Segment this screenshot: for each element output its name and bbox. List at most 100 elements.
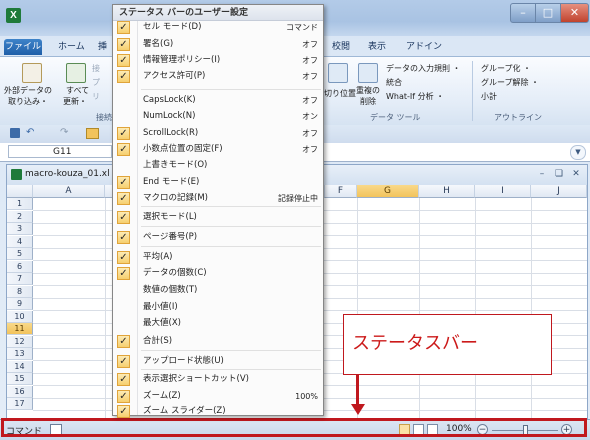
select-all-corner[interactable] (7, 185, 33, 198)
tab-insert[interactable]: 挿 (92, 39, 113, 55)
checkmark-icon: ✓ (117, 38, 130, 51)
menu-item[interactable]: ✓ 合計(S) (113, 334, 323, 349)
col-header-j[interactable]: J (531, 185, 587, 198)
row-header[interactable]: 4 (7, 235, 33, 248)
refresh-all-label-1[interactable]: すべて (66, 85, 89, 96)
subtotal-button[interactable]: 小計 (481, 91, 497, 102)
remove-duplicates-icon[interactable] (358, 63, 378, 83)
menu-item[interactable]: ✓ セル モード(D) コマンド (113, 20, 323, 35)
menu-item-label: 署名(G) (143, 39, 174, 49)
menu-item[interactable]: ✓ ページ番号(P) (113, 230, 323, 245)
col-header-g[interactable]: G (357, 185, 419, 198)
row-header[interactable]: 1 (7, 198, 33, 210)
menu-item-label: アップロード状態(U) (143, 356, 224, 366)
group-button[interactable]: グループ化 ・ (481, 63, 531, 74)
menu-separator (141, 89, 321, 90)
menu-item[interactable]: 最大値(X) (113, 316, 323, 331)
row-header[interactable]: 6 (7, 260, 33, 273)
menu-item[interactable]: ✓ ScrollLock(R) オフ (113, 126, 323, 141)
external-data-icon[interactable] (22, 63, 42, 83)
undo-icon[interactable]: ↶ (26, 127, 34, 138)
menu-item-value: 100% (295, 392, 318, 401)
tab-view[interactable]: 表示 (362, 39, 392, 55)
checkmark-icon: ✓ (117, 54, 130, 67)
row-header[interactable]: 5 (7, 248, 33, 260)
col-header-a[interactable]: A (33, 185, 105, 198)
text-to-columns-icon[interactable] (328, 63, 348, 83)
col-header-h[interactable]: H (419, 185, 475, 198)
row-header[interactable]: 11 (7, 323, 33, 335)
checkmark-icon: ✓ (117, 251, 130, 264)
menu-item[interactable]: ✓ アクセス許可(P) オフ (113, 69, 323, 84)
menu-item[interactable]: ✓ 選択モード(L) (113, 210, 323, 225)
row-header[interactable]: 2 (7, 210, 33, 223)
row-header[interactable]: 15 (7, 373, 33, 385)
status-bar-highlight (1, 418, 587, 437)
maximize-button[interactable]: □ (535, 3, 561, 23)
menu-item-value: オフ (302, 56, 318, 65)
edit-links-faded[interactable]: リ (92, 91, 100, 102)
row-header[interactable]: 17 (7, 398, 33, 410)
menu-item-label: 平均(A) (143, 252, 173, 262)
properties-faded[interactable]: プ (92, 77, 100, 88)
menu-item[interactable]: ✓ ズーム(Z) 100% (113, 389, 323, 404)
menu-item[interactable]: 最小値(I) (113, 300, 323, 315)
row-header[interactable]: 14 (7, 360, 33, 373)
menu-item[interactable]: ✓ アップロード状態(U) (113, 354, 323, 369)
menu-item[interactable]: ✓ 署名(G) オフ (113, 37, 323, 52)
chevron-down-icon[interactable]: ▼ (570, 145, 586, 160)
tab-addins[interactable]: アドイン (400, 39, 448, 55)
save-icon[interactable] (10, 128, 20, 138)
menu-item[interactable]: ✓ 情報管理ポリシー(I) オフ (113, 53, 323, 68)
close-button[interactable]: ✕ (560, 3, 589, 23)
menu-item[interactable]: ✓ データの個数(C) (113, 266, 323, 281)
menu-item[interactable]: ✓ ズーム スライダー(Z) (113, 404, 323, 419)
consolidate-button[interactable]: 統合 (386, 77, 402, 88)
refresh-all-label-2[interactable]: 更新・ (63, 96, 87, 107)
data-tools-group-label: データ ツール (370, 113, 421, 122)
ungroup-button[interactable]: グループ解除 ・ (481, 77, 539, 88)
menu-item[interactable]: ✓ End モード(E) (113, 175, 323, 190)
name-box[interactable]: G11 (8, 145, 112, 158)
menu-item[interactable]: ✓ マクロの記録(M) 記録停止中 (113, 191, 323, 206)
row-header[interactable]: 13 (7, 348, 33, 360)
menu-item[interactable]: ✓ 小数点位置の固定(F) オフ (113, 142, 323, 157)
remove-duplicates-label-2[interactable]: 削除 (360, 96, 376, 107)
row-header[interactable]: 8 (7, 285, 33, 298)
refresh-icon[interactable] (66, 63, 86, 83)
wb-close-button[interactable]: ✕ (569, 168, 583, 181)
data-validation-button[interactable]: データの入力規則 ・ (386, 63, 461, 74)
external-data-label-2[interactable]: 取り込み・ (8, 96, 48, 107)
excel-logo-icon[interactable]: X (6, 8, 21, 23)
remove-duplicates-label-1[interactable]: 重複の (356, 85, 380, 96)
row-header[interactable]: 12 (7, 335, 33, 348)
connections-faded[interactable]: 接 (92, 63, 100, 74)
external-data-label-1[interactable]: 外部データの (4, 85, 52, 96)
outline-group-label: アウトライン (494, 113, 542, 122)
menu-item[interactable]: NumLock(N) オン (113, 109, 323, 124)
menu-item[interactable]: CapsLock(K) オフ (113, 93, 323, 108)
menu-item[interactable]: 数値の個数(T) (113, 283, 323, 298)
row-header[interactable]: 7 (7, 273, 33, 285)
menu-item[interactable]: 上書きモード(O) (113, 158, 323, 173)
tab-home[interactable]: ホーム (52, 39, 91, 55)
row-header[interactable]: 9 (7, 298, 33, 310)
wb-minimize-button[interactable]: – (535, 168, 549, 181)
tab-file[interactable]: ファイル (4, 39, 42, 55)
wb-restore-button[interactable]: ❏ (552, 168, 566, 181)
workbook-name: macro-kouza_01.xl (25, 169, 110, 179)
row-header[interactable]: 3 (7, 223, 33, 235)
open-folder-icon[interactable] (86, 128, 99, 139)
connections-group-label: 接続 (96, 113, 112, 122)
text-to-columns-label[interactable]: 切り位置 (324, 88, 356, 99)
minimize-button[interactable]: – (510, 3, 536, 23)
redo-icon[interactable]: ↷ (60, 127, 68, 138)
menu-item[interactable]: ✓ 平均(A) (113, 250, 323, 265)
whatif-button[interactable]: What-If 分析 ・ (386, 91, 444, 102)
row-header[interactable]: 16 (7, 385, 33, 398)
col-header-f[interactable]: F (325, 185, 357, 198)
tab-review[interactable]: 校閲 (326, 39, 356, 55)
menu-item[interactable]: ✓ 表示選択ショートカット(V) (113, 372, 323, 387)
col-header-i[interactable]: I (475, 185, 531, 198)
row-header[interactable]: 10 (7, 310, 33, 323)
